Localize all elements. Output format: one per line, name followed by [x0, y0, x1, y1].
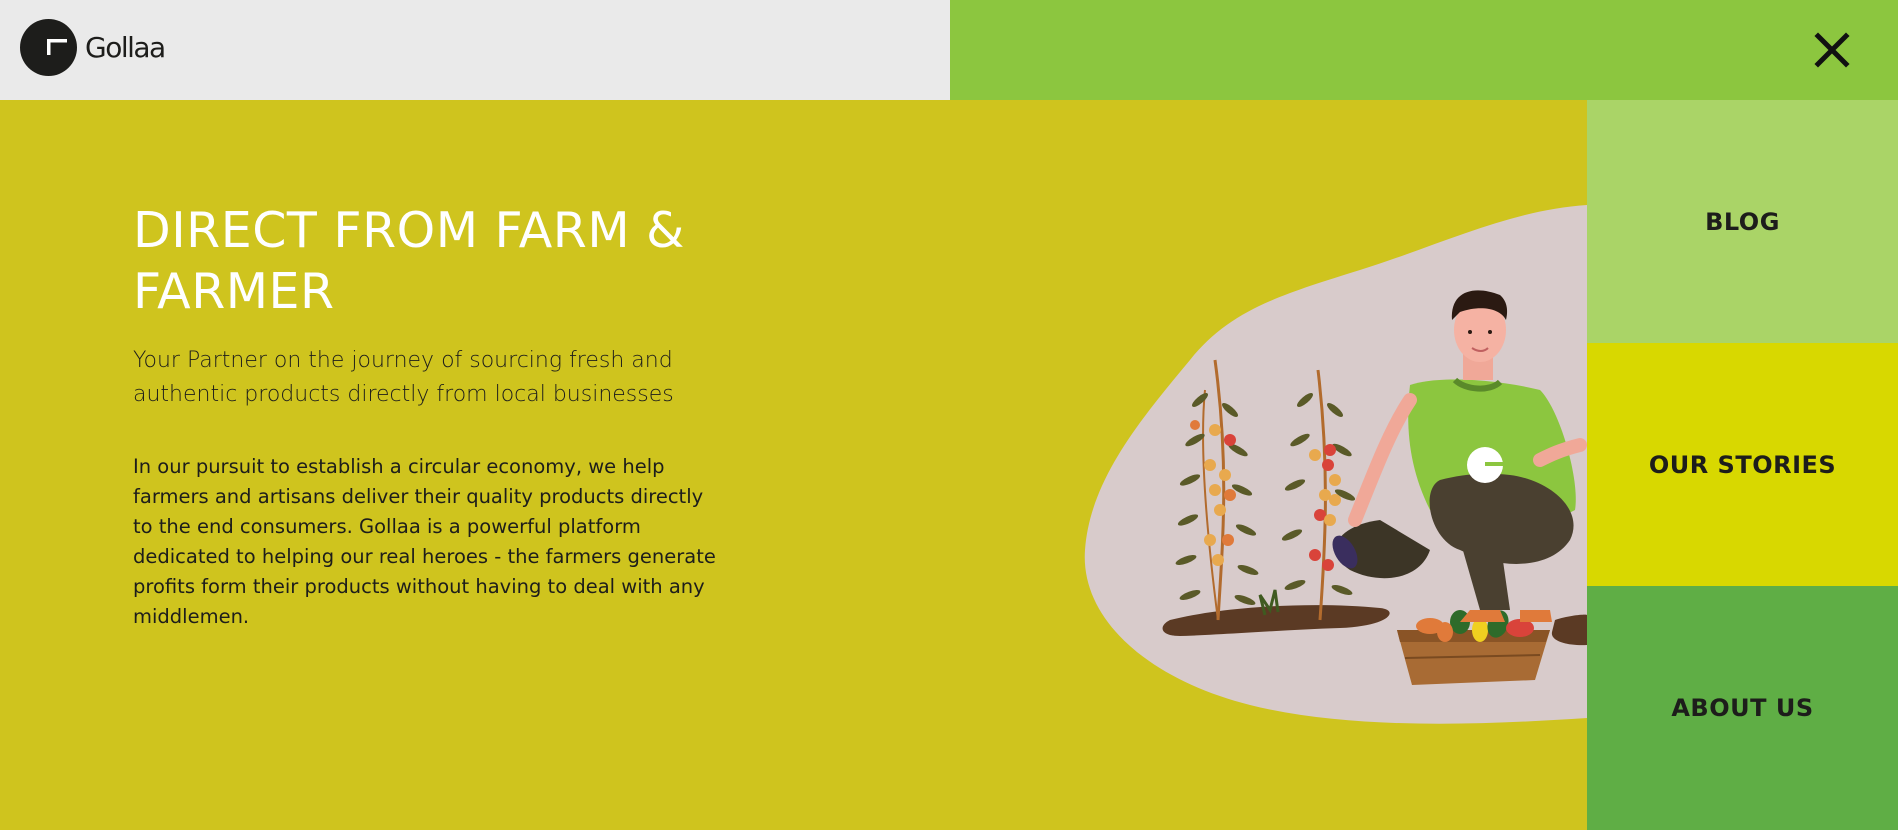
gollaa-logo-icon	[20, 19, 77, 76]
logo-text: Gollaa	[85, 31, 166, 64]
farmer-illustration	[1080, 190, 1587, 740]
page: Gollaa DIRECT FROM FARM & FARMER Your Pa…	[0, 0, 1898, 830]
header-right	[950, 0, 1898, 100]
logo-link[interactable]: Gollaa	[20, 19, 166, 76]
close-button[interactable]	[1812, 30, 1852, 70]
close-icon	[1814, 32, 1850, 68]
side-nav: BLOG OUR STORIES ABOUT US	[1587, 100, 1898, 830]
nav-item-about-us[interactable]: ABOUT US	[1587, 586, 1898, 830]
header-left: Gollaa	[0, 0, 950, 100]
hero-subtitle: Your Partner on the journey of sourcing …	[133, 348, 674, 407]
nav-item-our-stories[interactable]: OUR STORIES	[1587, 343, 1898, 586]
hero-body: In our pursuit to establish a circular e…	[133, 455, 716, 628]
hero-title: DIRECT FROM FARM & FARMER	[133, 202, 685, 320]
nav-item-blog[interactable]: BLOG	[1587, 100, 1898, 343]
